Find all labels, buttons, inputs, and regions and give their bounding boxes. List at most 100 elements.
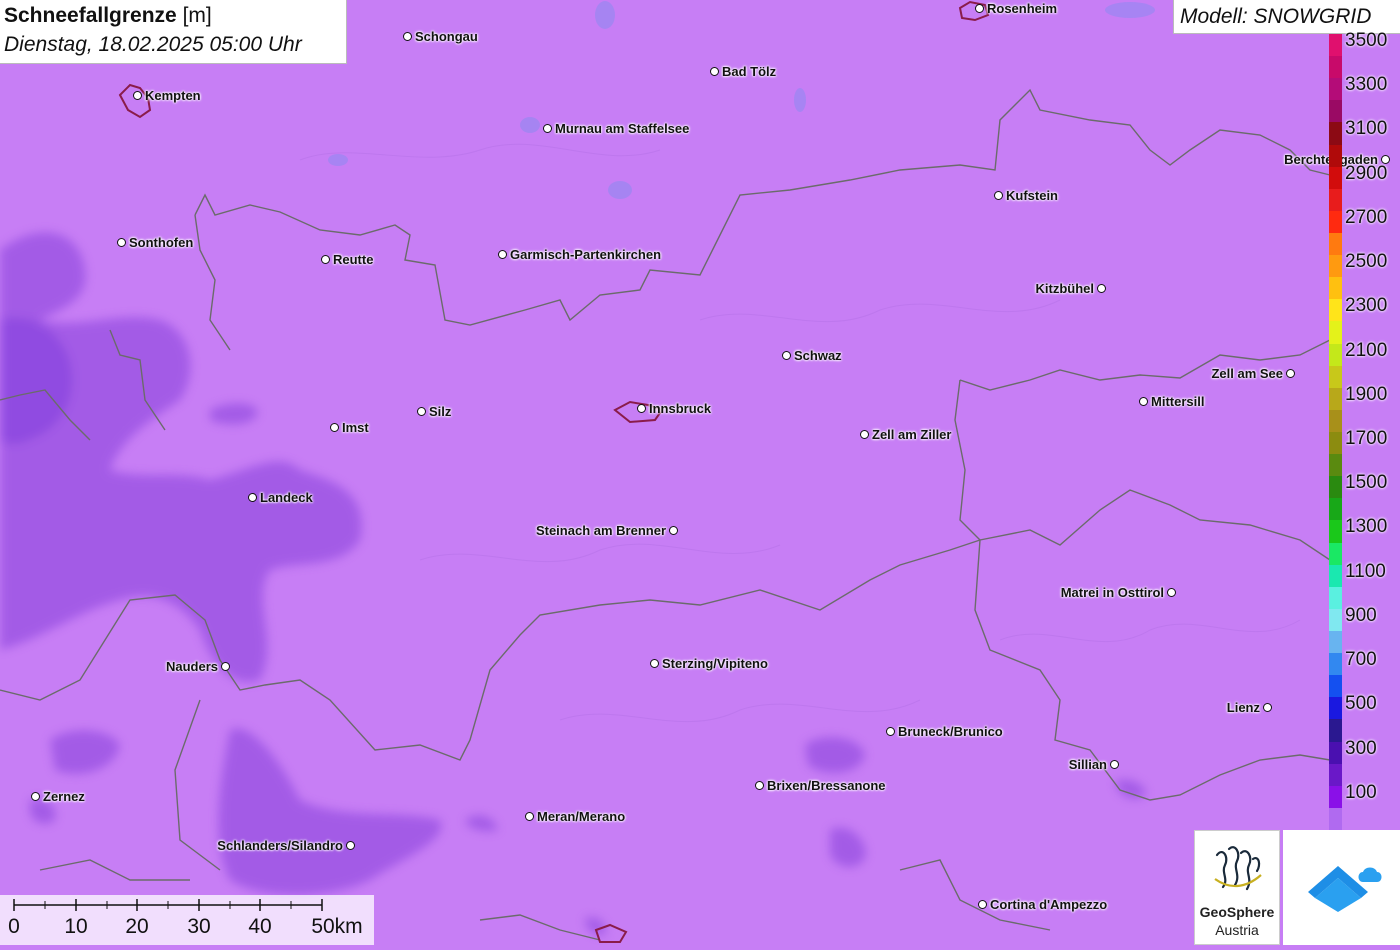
city-marker[interactable]: Schongau bbox=[403, 29, 478, 44]
legend-swatch bbox=[1329, 631, 1342, 654]
city-marker[interactable]: Bruneck/Brunico bbox=[886, 724, 1003, 739]
city-label: Schongau bbox=[415, 29, 478, 44]
city-dot-icon bbox=[669, 526, 678, 535]
city-marker[interactable]: Kufstein bbox=[994, 188, 1058, 203]
scale-tick-label: 30 bbox=[187, 915, 211, 938]
city-label: Sterzing/Vipiteno bbox=[662, 656, 768, 671]
city-label: Schwaz bbox=[794, 348, 842, 363]
map-base-fill bbox=[0, 0, 1400, 945]
city-dot-icon bbox=[994, 191, 1003, 200]
city-marker[interactable]: Reutte bbox=[321, 252, 373, 267]
city-marker[interactable]: Zernez bbox=[31, 789, 85, 804]
city-marker[interactable]: Murnau am Staffelsee bbox=[543, 121, 689, 136]
city-marker[interactable]: Zell am Ziller bbox=[860, 427, 951, 442]
legend-swatch bbox=[1329, 365, 1342, 389]
city-label: Meran/Merano bbox=[537, 809, 626, 824]
legend-swatch bbox=[1329, 476, 1342, 499]
map-title-main: Schneefallgrenze bbox=[4, 4, 177, 27]
city-marker[interactable]: Schlanders/Silandro bbox=[217, 838, 355, 853]
legend-label: 700 bbox=[1345, 649, 1377, 671]
city-marker[interactable]: Bad Tölz bbox=[710, 64, 776, 79]
city-marker[interactable]: Garmisch-Partenkirchen bbox=[498, 247, 661, 262]
city-label: Bad Tölz bbox=[722, 64, 777, 79]
city-label: Imst bbox=[342, 420, 369, 435]
city-marker[interactable]: Zell am See bbox=[1211, 366, 1295, 381]
city-dot-icon bbox=[1139, 397, 1148, 406]
city-label: Kempten bbox=[145, 88, 201, 103]
legend-swatch bbox=[1329, 321, 1342, 345]
legend-swatch bbox=[1329, 277, 1342, 300]
snow-cloud-icon bbox=[1308, 866, 1382, 912]
legend-swatch bbox=[1329, 299, 1342, 322]
city-marker[interactable]: Rosenheim bbox=[975, 1, 1057, 16]
city-dot-icon bbox=[860, 430, 869, 439]
city-marker[interactable]: Steinach am Brenner bbox=[536, 523, 678, 538]
city-marker[interactable]: Innsbruck bbox=[637, 401, 711, 416]
legend-swatch bbox=[1329, 100, 1342, 123]
legend-swatch bbox=[1329, 387, 1342, 411]
city-dot-icon bbox=[1167, 588, 1176, 597]
legend-swatch bbox=[1329, 498, 1342, 521]
legend-label: 1300 bbox=[1345, 516, 1388, 538]
scale-tick-label: 50km bbox=[311, 915, 363, 938]
city-marker[interactable]: Sterzing/Vipiteno bbox=[650, 656, 768, 671]
city-label: Nauders bbox=[165, 659, 218, 674]
scale-tick-label: 40 bbox=[248, 915, 272, 938]
city-dot-icon bbox=[403, 32, 412, 41]
legend-swatch bbox=[1329, 56, 1342, 79]
city-dot-icon bbox=[755, 781, 764, 790]
city-marker[interactable]: Mittersill bbox=[1139, 394, 1204, 409]
city-dot-icon bbox=[978, 900, 987, 909]
city-marker[interactable]: Brixen/Bressanone bbox=[755, 778, 886, 793]
city-dot-icon bbox=[886, 727, 895, 736]
city-marker[interactable]: Meran/Merano bbox=[525, 809, 625, 824]
city-label: Landeck bbox=[260, 490, 313, 505]
city-label: Mittersill bbox=[1151, 394, 1205, 409]
city-marker[interactable]: Kempten bbox=[133, 88, 201, 103]
city-marker[interactable]: Sonthofen bbox=[117, 235, 193, 250]
partner-logo[interactable] bbox=[1283, 830, 1400, 945]
color-legend: 3500 3300 3100 2900 2700 2500 2300 2100 1900 1700… bbox=[1329, 30, 1400, 831]
city-dot-icon bbox=[221, 662, 230, 671]
city-marker[interactable]: Nauders bbox=[166, 659, 230, 674]
city-label: Steinach am Brenner bbox=[535, 523, 666, 538]
city-marker[interactable]: Schwaz bbox=[782, 348, 842, 363]
geosphere-austria-logo[interactable]: GeoSphere Austria bbox=[1194, 830, 1280, 945]
legend-swatch bbox=[1329, 210, 1342, 234]
city-marker[interactable]: Silz bbox=[417, 404, 451, 419]
scale-tick-label: 10 bbox=[64, 915, 88, 938]
city-label: Kufstein bbox=[1006, 188, 1058, 203]
legend-label: 2700 bbox=[1345, 206, 1388, 228]
city-marker[interactable]: Lienz bbox=[1227, 700, 1272, 715]
city-dot-icon bbox=[117, 238, 126, 247]
legend-swatch bbox=[1329, 542, 1342, 566]
city-marker[interactable]: Landeck bbox=[248, 490, 313, 505]
legend-swatch bbox=[1329, 432, 1342, 455]
scale-bar: 0 10 20 30 40 50km bbox=[0, 895, 374, 945]
legend-label: 3100 bbox=[1345, 118, 1388, 140]
map-canvas[interactable] bbox=[0, 0, 1400, 945]
city-label: Silz bbox=[429, 404, 452, 419]
city-label: Rosenheim bbox=[987, 1, 1058, 16]
city-dot-icon bbox=[248, 493, 257, 502]
legend-label: 2300 bbox=[1345, 295, 1388, 317]
title-box: Schneefallgrenze [m] Dienstag, 18.02.202… bbox=[0, 0, 347, 64]
city-marker[interactable]: Cortina d'Ampezzo bbox=[978, 897, 1107, 912]
city-marker[interactable]: Imst bbox=[330, 420, 369, 435]
legend-swatch bbox=[1329, 564, 1342, 588]
legend-swatch bbox=[1329, 520, 1342, 544]
city-dot-icon bbox=[710, 67, 719, 76]
city-dot-icon bbox=[525, 812, 534, 821]
legend-swatch bbox=[1329, 741, 1342, 765]
legend-label: 2500 bbox=[1345, 251, 1388, 273]
city-marker[interactable]: Kitzbühel bbox=[1036, 281, 1106, 296]
city-dot-icon bbox=[321, 255, 330, 264]
city-marker[interactable]: Sillian bbox=[1069, 757, 1119, 772]
legend-swatch bbox=[1329, 343, 1342, 367]
legend-swatch bbox=[1329, 188, 1342, 212]
legend-swatch bbox=[1329, 122, 1342, 146]
city-marker[interactable]: Matrei in Osttirol bbox=[1061, 585, 1176, 600]
city-label: Zell am Ziller bbox=[872, 427, 952, 442]
legend-label: 100 bbox=[1345, 781, 1377, 803]
legend-swatch bbox=[1329, 586, 1342, 610]
